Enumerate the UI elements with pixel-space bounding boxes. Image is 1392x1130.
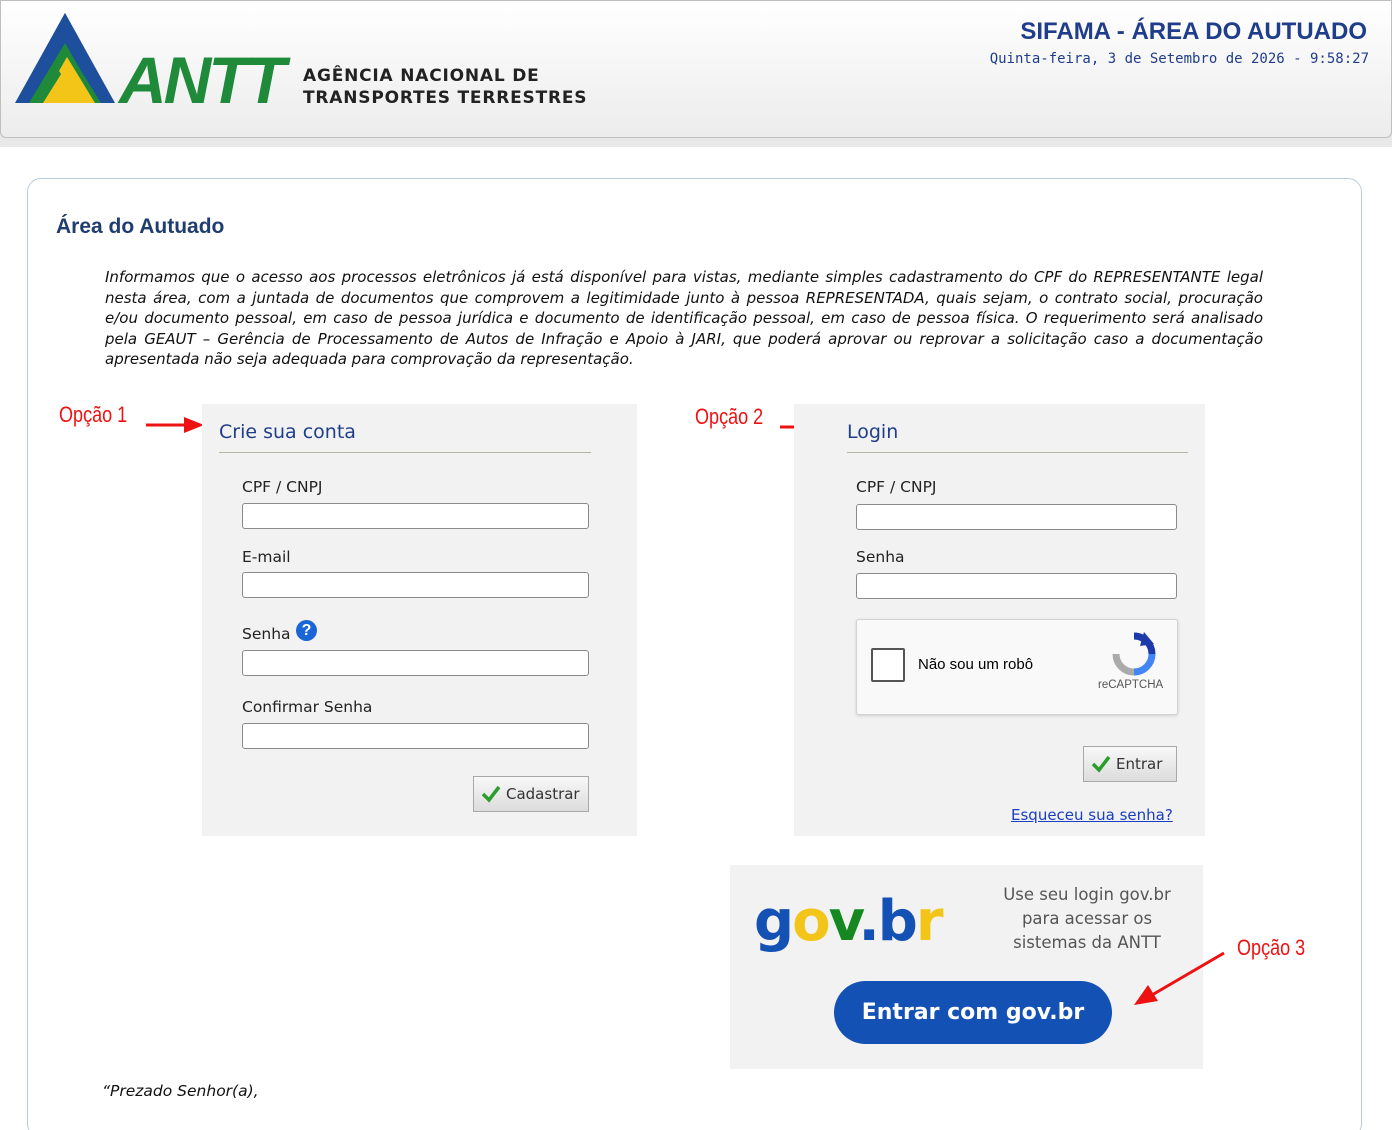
register-title: Crie sua conta <box>219 421 356 443</box>
forgot-password-link[interactable]: Esqueceu sua senha? <box>1011 806 1173 824</box>
recaptcha-widget: Não sou um robô reCAPTCHA <box>856 619 1178 715</box>
govbr-logo-v: v <box>828 889 861 954</box>
govbr-logo-o: o <box>792 889 831 954</box>
agency-name: AGÊNCIA NACIONAL DE TRANSPORTES TERRESTR… <box>303 65 587 109</box>
page-title: Área do Autuado <box>56 215 225 238</box>
check-icon <box>1091 755 1111 773</box>
login-password-label: Senha <box>856 548 905 566</box>
register-email-input[interactable] <box>242 572 589 598</box>
govbr-logo-r: r <box>915 889 944 954</box>
login-divider <box>847 452 1188 453</box>
option1-arrow-icon <box>146 417 204 433</box>
login-cpf-label: CPF / CNPJ <box>856 478 937 496</box>
current-datetime: Quinta-feira, 3 de Setembro de 2026 - 9:… <box>989 51 1369 67</box>
govbr-logo-b: b <box>877 889 918 954</box>
register-password-input[interactable] <box>242 650 589 676</box>
main-panel: Área do Autuado Informamos que o acesso … <box>27 178 1362 1130</box>
register-email-label: E-mail <box>242 548 291 566</box>
recaptcha-checkbox[interactable] <box>871 648 905 682</box>
recaptcha-label: Não sou um robô <box>918 656 1034 673</box>
help-icon[interactable]: ? <box>296 620 317 641</box>
salutation-text: “Prezado Senhor(a), <box>102 1082 259 1100</box>
option2-annotation: Opção 2 <box>695 404 764 429</box>
system-title: SIFAMA - ÁREA DO AUTUADO <box>1020 18 1367 45</box>
login-cpf-input[interactable] <box>856 504 1177 530</box>
register-password-label: Senha <box>242 625 291 643</box>
page-header: ANTT AGÊNCIA NACIONAL DE TRANSPORTES TER… <box>0 0 1392 138</box>
login-title: Login <box>847 421 899 443</box>
option1-annotation: Opção 1 <box>59 402 128 427</box>
govbr-login-button[interactable]: Entrar com gov.br <box>834 981 1112 1044</box>
login-password-input[interactable] <box>856 573 1177 599</box>
check-icon <box>481 785 501 803</box>
govbr-description: Use seu login gov.br para acessar os sis… <box>1003 885 1171 952</box>
antt-logo-text: ANTT <box>117 43 291 108</box>
agency-name-line1: AGÊNCIA NACIONAL DE <box>303 66 540 86</box>
govbr-logo-g: g <box>754 889 794 954</box>
antt-logo: ANTT <box>15 13 294 108</box>
notice-text: Informamos que o acesso aos processos el… <box>105 268 1263 369</box>
login-form: Login CPF / CNPJ Senha Não sou um robô r… <box>794 404 1205 836</box>
login-submit-label: Entrar <box>1116 755 1163 773</box>
register-divider <box>219 452 591 453</box>
register-submit-label: Cadastrar <box>506 785 580 803</box>
govbr-logo: gov.br <box>754 889 944 954</box>
page-body: Área do Autuado Informamos que o acesso … <box>0 147 1392 1130</box>
register-confirm-input[interactable] <box>242 723 589 749</box>
register-form: Crie sua conta CPF / CNPJ E-mail Senha ?… <box>202 404 637 836</box>
login-submit-button[interactable]: Entrar <box>1083 746 1177 782</box>
agency-name-line2: TRANSPORTES TERRESTRES <box>303 88 588 108</box>
option3-arrow-icon <box>1134 951 1225 1005</box>
recaptcha-brand: reCAPTCHA <box>1098 679 1164 691</box>
register-cpf-label: CPF / CNPJ <box>242 478 323 496</box>
govbr-logo-dot: . <box>858 889 880 954</box>
register-cpf-input[interactable] <box>242 503 589 529</box>
option3-annotation: Opção 3 <box>1237 935 1306 960</box>
recaptcha-icon <box>1112 632 1156 676</box>
register-submit-button[interactable]: Cadastrar <box>473 776 589 812</box>
register-confirm-label: Confirmar Senha <box>242 698 373 716</box>
